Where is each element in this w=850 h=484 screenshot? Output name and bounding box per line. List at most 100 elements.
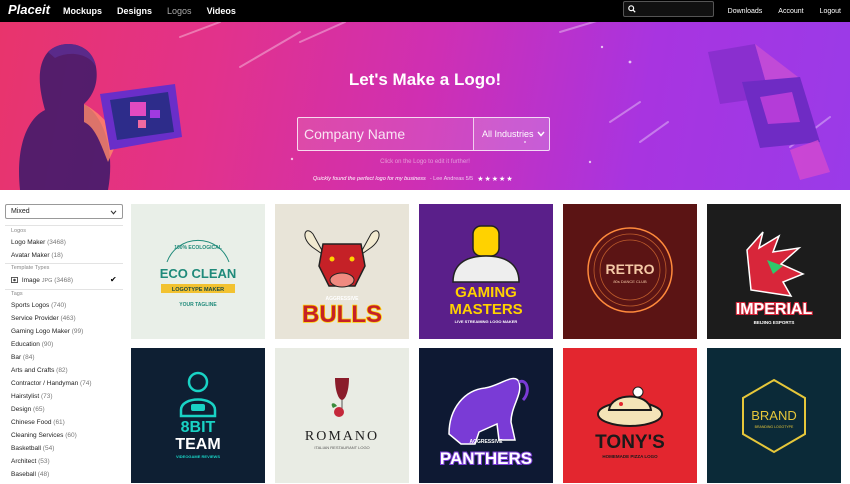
testimonial-author: - Lee Andreas 5/5 [429, 176, 474, 182]
logo-card-panthers[interactable]: AGGRESSIVE PANTHERS [419, 348, 553, 483]
logo-preview: AGGRESSIVE PANTHERS [419, 348, 553, 483]
filter-hairstylist[interactable]: Hairstylist (73) [11, 393, 53, 400]
logo-subtitle: LOGOTYPE MAKER [172, 287, 224, 293]
filter-label: Service Provider [11, 315, 61, 322]
filter-label: Hairstylist [11, 393, 41, 400]
filter-arts-and-crafts[interactable]: Arts and Crafts (82) [11, 367, 68, 374]
nav-downloads[interactable]: Downloads [728, 8, 763, 15]
logo-preview: BRAND BRANDING LOGOTYPE [707, 348, 841, 483]
filter-education[interactable]: Education (90) [11, 341, 53, 348]
logo-subtitle: ITALIAN RESTAURANT LOGO [314, 445, 369, 450]
logo-title: 8BIT [181, 419, 216, 436]
logo-card-romano[interactable]: ROMANO ITALIAN RESTAURANT LOGO [275, 348, 409, 483]
section-header-template-types: Template Types [11, 265, 50, 271]
filter-image-label: Image [21, 277, 40, 284]
section-header-logos: Logos [11, 228, 26, 234]
logo-preview: GAMINGMASTERSLIVE STREAMING LOGO MAKER [419, 204, 553, 339]
logo-tagline: YOUR TAGLINE [179, 302, 217, 308]
logo-subtitle: VIDEOGAME REVIEWS [176, 454, 220, 459]
nav-logos[interactable]: Logos [167, 6, 192, 16]
filter-image-count: (3468) [54, 277, 74, 284]
nav-designs[interactable]: Designs [117, 6, 152, 16]
logo-card-gaming-masters[interactable]: GAMING MASTERS LIVE STREAMING LOGO MAKER [419, 204, 553, 339]
nav-videos[interactable]: Videos [207, 6, 236, 16]
filter-bar[interactable]: Bar (84) [11, 354, 34, 361]
filter-contractor-handyman[interactable]: Contractor / Handyman (74) [11, 380, 92, 387]
filter-label: Education [11, 341, 42, 348]
filter-architect[interactable]: Architect (53) [11, 458, 50, 465]
filter-label: Architect [11, 458, 39, 465]
logo-preview: 100% ECOLOGICAL ECO CLEAN LOGOTYPE MAKER YO… [131, 204, 265, 339]
nav-mockups[interactable]: Mockups [63, 6, 102, 16]
filter-avatar-maker[interactable]: Avatar Maker (18) [11, 252, 63, 259]
filter-label: Gaming Logo Maker [11, 328, 72, 335]
filter-label: Baseball [11, 471, 38, 478]
filter-label: Arts and Crafts [11, 367, 57, 374]
sort-select[interactable]: Mixed [5, 204, 123, 219]
logo-title: ROMANO [305, 429, 379, 444]
filter-baseball[interactable]: Baseball (48) [11, 471, 49, 478]
logo-preview: AGGRESSIVEBULLS [275, 204, 409, 339]
logo-title: RETRO [606, 261, 655, 277]
logo-preview: TONY'SHOMEMADE PIZZA LOGO [563, 348, 697, 483]
logo-card-imperial[interactable]: IMPERIAL BEIJING ESPORTS [707, 204, 841, 339]
logo-subtitle: BEIJING ESPORTS [754, 320, 795, 325]
testimonial: Quickly found the perfect logo for my bu… [313, 175, 514, 183]
divider [5, 225, 123, 226]
filter-gaming-logo-maker[interactable]: Gaming Logo Maker (99) [11, 328, 83, 335]
filter-chinese-food[interactable]: Chinese Food (61) [11, 419, 65, 426]
filter-label: Basketball [11, 445, 43, 452]
logo-title: BULLS [302, 301, 382, 328]
logo-card-retro[interactable]: RETRO 80s DANCE CLUB [563, 204, 697, 339]
filter-label: Chinese Food [11, 419, 54, 426]
filter-count: (82) [56, 367, 68, 374]
logo-subtitle: 80s DANCE CLUB [613, 279, 647, 284]
logo-title: PANTHERS [440, 449, 532, 468]
logo-title: IMPERIAL [736, 301, 813, 318]
top-nav: Placeit Mockups Designs Logos Videos Dow… [0, 0, 850, 22]
logo-card-brand[interactable]: BRAND BRANDING LOGOTYPE [707, 348, 841, 483]
filter-basketball[interactable]: Basketball (54) [11, 445, 54, 452]
logo-preview: RETRO 80s DANCE CLUB [563, 204, 697, 339]
filter-sports-logos[interactable]: Sports Logos (740) [11, 302, 66, 309]
filter-count: (60) [65, 432, 77, 439]
filter-image[interactable]: Image JPG (3468) [11, 277, 73, 284]
filter-label: Cleaning Services [11, 432, 66, 439]
logo-card-tonys[interactable]: TONY'S HOMEMADE PIZZA LOGO [563, 348, 697, 483]
filter-count: (3468) [47, 239, 66, 246]
logo-title-2: TEAM [175, 436, 220, 453]
logo-subtitle: BRANDING LOGOTYPE [755, 425, 794, 429]
logo-card-eco-clean[interactable]: 100% ECOLOGICAL ECO CLEAN LOGOTYPE MAKER YO… [131, 204, 265, 339]
image-icon [11, 277, 18, 284]
filter-count: (54) [42, 445, 55, 452]
nav-logout[interactable]: Logout [820, 8, 841, 15]
filter-label: Avatar Maker [11, 252, 52, 259]
logo-generator-form: Company Name All Industries [297, 117, 550, 151]
logo-title: GAMING [455, 284, 517, 301]
company-name-input[interactable]: Company Name [304, 126, 405, 142]
logo-card-bulls[interactable]: AGGRESSIVE BULLS [275, 204, 409, 339]
filter-logo-maker[interactable]: Logo Maker (3468) [11, 239, 66, 246]
filter-design[interactable]: Design (65) [11, 406, 45, 413]
filter-count: (53) [38, 458, 50, 465]
nav-account[interactable]: Account [778, 8, 803, 15]
filter-service-provider[interactable]: Service Provider (463) [11, 315, 76, 322]
filter-label: Bar [11, 354, 23, 361]
brand-logo[interactable]: Placeit [8, 2, 50, 17]
logo-toptext: AGGRESSIVE [469, 439, 503, 445]
main-nav-links: Mockups Designs Logos Videos [63, 0, 251, 22]
filter-label: Logo Maker [11, 239, 48, 246]
filter-count: (18) [51, 252, 63, 259]
logo-title-2: MASTERS [449, 301, 522, 318]
wrestler-icon [472, 225, 500, 257]
search-input[interactable] [623, 1, 714, 17]
filter-count: (61) [53, 419, 65, 426]
hero-title: Let's Make a Logo! [348, 70, 502, 89]
filter-count: (65) [33, 406, 45, 413]
logo-title: BRAND [751, 408, 797, 423]
filter-label: Sports Logos [11, 302, 52, 309]
logo-card-8bit-team[interactable]: 8BIT TEAM VIDEOGAME REVIEWS [131, 348, 265, 483]
filter-cleaning-services[interactable]: Cleaning Services (60) [11, 432, 77, 439]
industry-select[interactable]: All Industries [473, 118, 550, 150]
divider [5, 263, 123, 264]
